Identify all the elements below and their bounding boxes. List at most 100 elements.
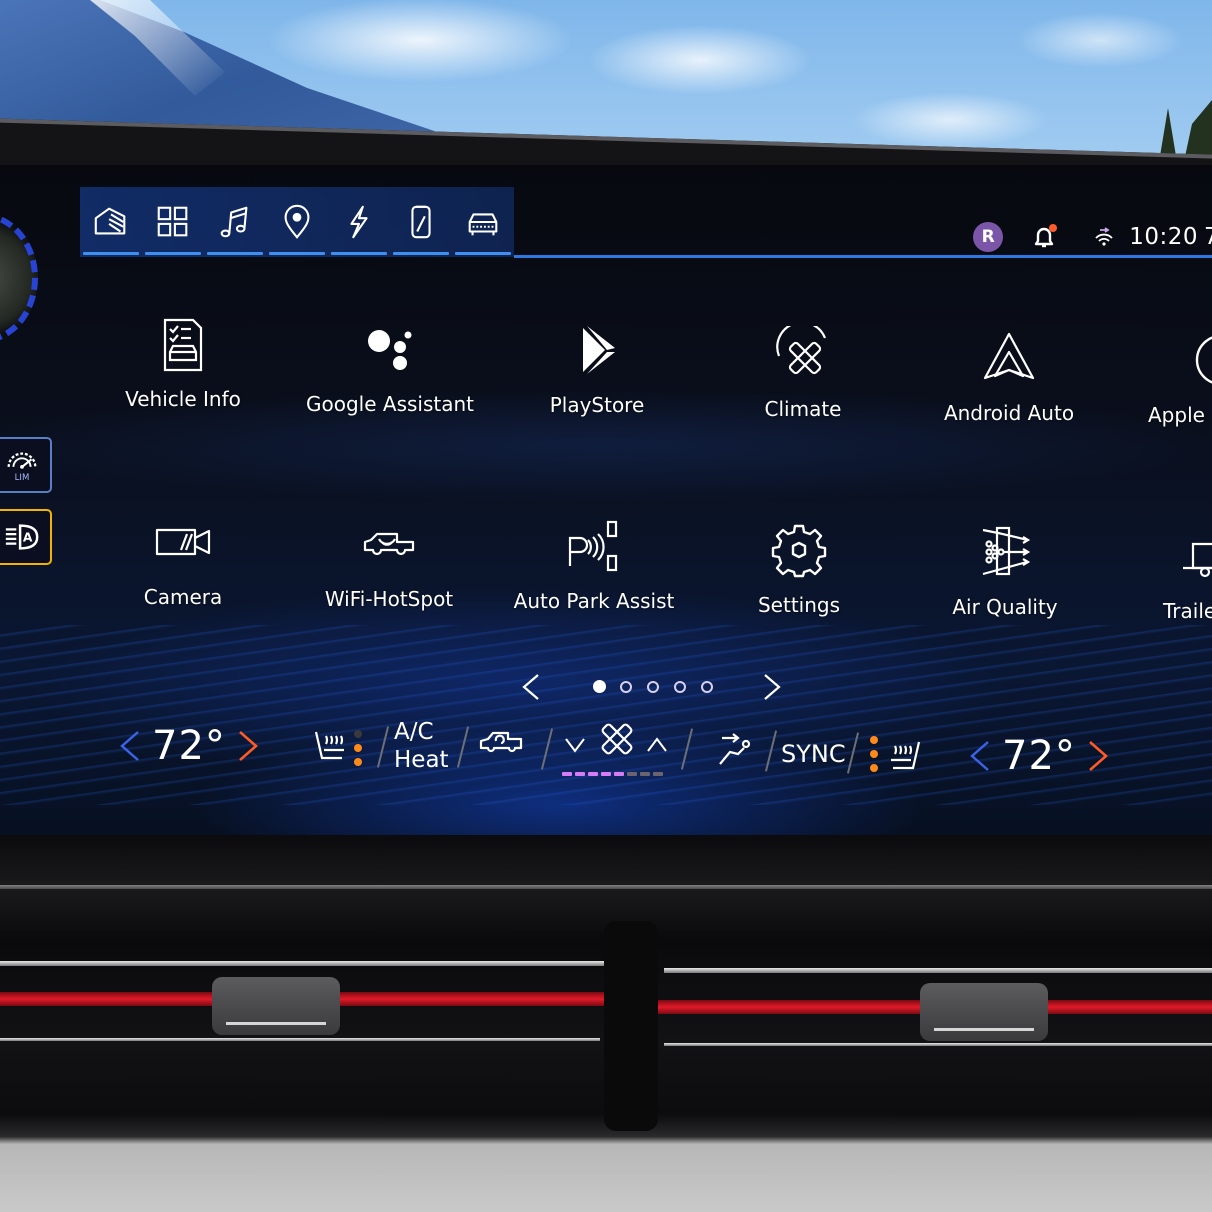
tab-navigation[interactable] (266, 187, 328, 257)
android-auto-icon (983, 332, 1035, 380)
heated-seat-icon (314, 731, 344, 760)
app-label: Vehicle Info (125, 387, 241, 411)
profile-avatar[interactable]: R (973, 222, 1004, 252)
tab-energy[interactable] (328, 187, 390, 257)
right-vent-adjuster[interactable] (920, 983, 1048, 1041)
app-trailering[interactable]: Traile (1118, 527, 1212, 623)
left-vent-adjuster[interactable] (212, 977, 340, 1035)
clock: 10:20 (1129, 224, 1198, 250)
drive-mode-dial-ring (0, 213, 38, 343)
speed-limiter-button[interactable]: LIM (0, 437, 52, 493)
app-label: Settings (757, 593, 841, 617)
vent-chrome-bar (0, 1038, 600, 1041)
trim-line (0, 885, 1212, 889)
notifications-button[interactable] (1031, 224, 1058, 250)
tab-apps[interactable] (142, 187, 204, 257)
recirculation-button[interactable] (478, 728, 524, 758)
page-indicator (515, 667, 785, 707)
app-wifi-hotspot[interactable]: WiFi-HotSpot (294, 515, 484, 611)
app-apple-carplay[interactable]: Apple ( (1118, 331, 1212, 427)
status-area: R 10:20 7 (973, 217, 1212, 257)
vent-chrome-bar (0, 961, 604, 966)
tab-home[interactable] (80, 187, 142, 257)
app-climate[interactable]: Climate (708, 325, 898, 421)
seat-heat-dot (354, 730, 362, 738)
separator (680, 728, 694, 770)
air-distribution-button[interactable] (716, 732, 756, 768)
auto-headlamp-button[interactable]: A (0, 509, 52, 565)
speed-limiter-icon: LIM (7, 452, 37, 483)
app-label: Apple ( (1148, 403, 1212, 427)
separator (376, 726, 390, 768)
google-assistant-icon (368, 330, 412, 370)
park-assist-icon (568, 520, 618, 572)
wifi-hotspot-icon (363, 532, 415, 556)
passenger-heated-seat-button[interactable] (886, 738, 924, 774)
top-bar: R 10:20 7 (80, 187, 1212, 259)
chevron-right-icon (1089, 741, 1108, 771)
temperature-readout-partial: 7 (1204, 224, 1212, 250)
fan-speed-up-button[interactable] (645, 736, 669, 754)
lightning-bolt-icon (350, 205, 368, 239)
separator (456, 726, 470, 768)
air-to-face-icon (719, 733, 751, 765)
driver-temp-down-button[interactable] (118, 728, 142, 764)
app-camera[interactable]: Camera (88, 513, 278, 609)
app-air-quality[interactable]: Air Quality (910, 523, 1100, 619)
chevron-right-icon (239, 731, 258, 761)
home-icon (94, 207, 126, 235)
fan-level-segment (588, 772, 598, 776)
vent-chrome-bar (664, 1043, 1212, 1046)
tab-vehicle[interactable] (452, 187, 514, 257)
sync-button[interactable]: SYNC (781, 740, 846, 768)
app-label: Auto Park Assist (513, 589, 675, 613)
fan-icon-display (598, 720, 636, 758)
passenger-temp-up-button[interactable] (1086, 738, 1110, 774)
fan-speed-down-button[interactable] (563, 736, 587, 754)
chevron-down-icon (565, 738, 585, 753)
next-page-button[interactable] (761, 671, 783, 703)
app-grid-icon (157, 206, 188, 237)
seat-heat-dot (870, 750, 878, 758)
chevron-left-icon (120, 731, 139, 761)
app-android-auto[interactable]: Android Auto (914, 329, 1104, 425)
tab-phone[interactable] (390, 187, 452, 257)
page-dot-5[interactable] (701, 681, 713, 693)
app-label: Traile (1163, 599, 1212, 623)
camera-icon (155, 528, 211, 556)
app-label: WiFi-HotSpot (324, 587, 454, 611)
driver-seat-heat-level (354, 730, 364, 772)
app-label: Climate (764, 397, 842, 421)
app-label: PlayStore (549, 393, 645, 417)
nav-tabs (80, 187, 514, 257)
previous-page-button[interactable] (520, 671, 542, 703)
app-label: Air Quality (952, 595, 1058, 619)
auto-headlamp-icon: A (5, 524, 39, 550)
playstore-icon (583, 326, 615, 374)
app-vehicle-info[interactable]: Vehicle Info (88, 315, 278, 411)
tab-audio[interactable] (204, 187, 266, 257)
dashboard-trim (0, 835, 1212, 1212)
wifi-status[interactable] (1093, 226, 1115, 248)
page-dot-4[interactable] (674, 681, 686, 693)
driver-heated-seat-button[interactable] (312, 728, 348, 764)
driver-temp-up-button[interactable] (236, 728, 260, 764)
page-dot-2[interactable] (620, 681, 632, 693)
chevron-right-icon (764, 674, 781, 700)
page-dot-1[interactable] (593, 680, 606, 693)
passenger-temp-down-button[interactable] (968, 738, 992, 774)
infotainment-screen: LIM A R 10:20 7 Vehicle Info Google Assi… (0, 165, 1212, 835)
ac-heat-button[interactable]: A/C Heat (394, 718, 449, 774)
fan-level-indicator (562, 772, 663, 776)
page-dot-3[interactable] (647, 681, 659, 693)
app-settings[interactable]: Settings (704, 521, 894, 617)
app-playstore[interactable]: PlayStore (502, 321, 692, 417)
svg-text:LIM: LIM (15, 473, 30, 483)
driver-temperature-control: 72° (118, 716, 260, 776)
separator (846, 732, 860, 774)
driver-temperature: 72° (152, 723, 226, 769)
app-google-assistant[interactable]: Google Assistant (295, 320, 485, 416)
ac-label: A/C (394, 719, 434, 745)
app-auto-park-assist[interactable]: Auto Park Assist (499, 517, 689, 613)
seat-heat-dot (870, 736, 878, 744)
